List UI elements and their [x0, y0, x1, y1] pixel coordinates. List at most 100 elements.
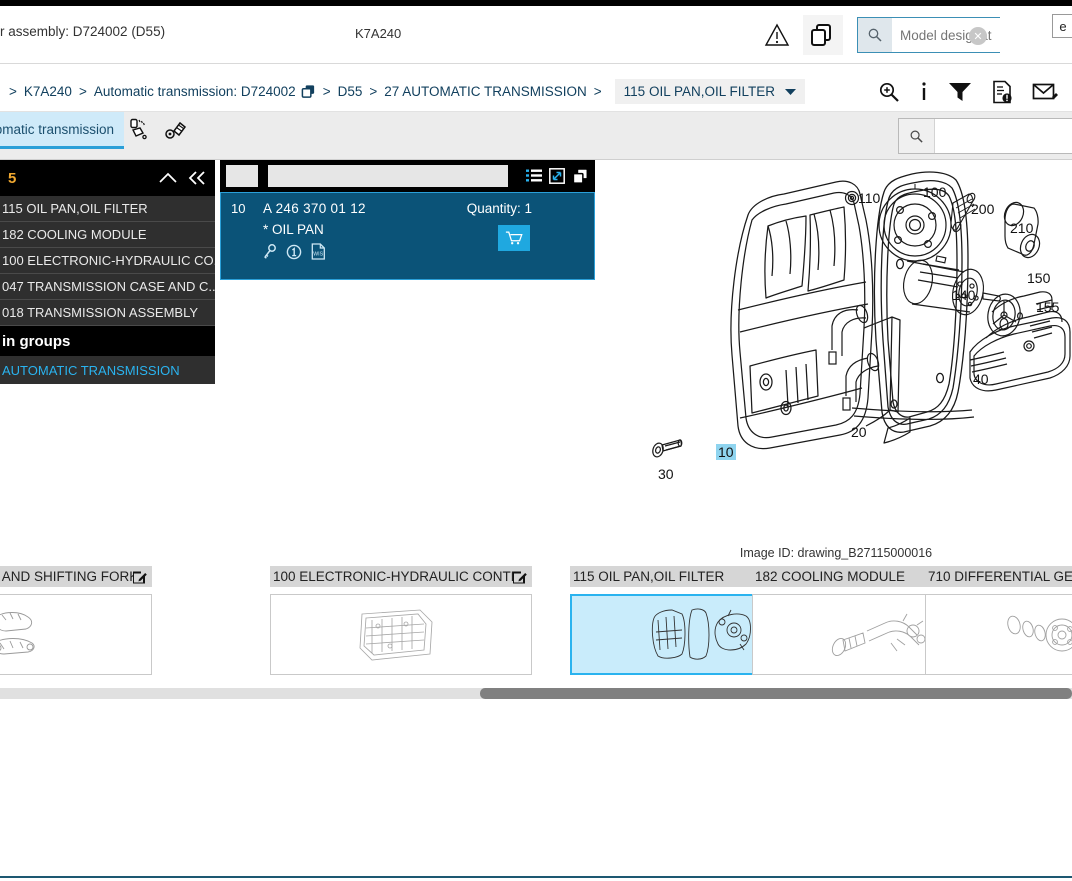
drawing-callout-155[interactable]: 155 — [1036, 299, 1059, 315]
sidebar-group-list: 115 OIL PAN,OIL FILTER 182 COOLING MODUL… — [0, 196, 215, 326]
breadcrumb-item-1-label: Automatic transmission: D724002 — [93, 84, 296, 99]
edit-icon[interactable] — [513, 570, 527, 584]
info-icon[interactable] — [919, 81, 929, 103]
drawing-callout-110[interactable]: 110 — [858, 190, 880, 206]
sidebar-item-4-label: 018 TRANSMISSION ASSEMBLY — [2, 305, 199, 320]
assembly-label: r assembly: D724002 (D55) — [0, 24, 166, 39]
breadcrumb-separator: > — [593, 84, 602, 99]
breadcrumb-separator: > — [9, 84, 17, 99]
chevron-down-icon — [784, 88, 796, 96]
breadcrumb-actions — [878, 72, 1058, 112]
sidebar-item-4[interactable]: 018 TRANSMISSION ASSEMBLY — [0, 300, 215, 326]
sidebar-item-0-label: 115 OIL PAN,OIL FILTER — [2, 201, 148, 216]
breadcrumb-separator: > — [369, 84, 378, 99]
duplicate-icon[interactable] — [572, 168, 589, 185]
sidebar-item-3[interactable]: 047 TRANSMISSION CASE AND C... — [0, 274, 215, 300]
note-one-icon[interactable] — [286, 244, 302, 260]
drawing-callout-140[interactable]: 140 — [952, 287, 975, 303]
add-to-cart-button[interactable] — [498, 225, 530, 251]
thumbnail-0-image[interactable] — [0, 594, 152, 675]
chevron-up-icon[interactable] — [159, 172, 177, 184]
filter-icon[interactable] — [948, 81, 972, 103]
thumbnail-1-image[interactable] — [270, 594, 532, 675]
bolt-tool-icon[interactable] — [164, 118, 188, 142]
copy-documents-icon[interactable] — [803, 15, 843, 55]
parts-drawing[interactable]: 110 100 200 210 150 140 155 40 20 10 30 — [600, 160, 1072, 545]
thumbnail-0-label: SHIFTING RODS AND SHIFTING FORKS — [0, 569, 133, 584]
sidebar-item-2[interactable]: 100 ELECTRONIC-HYDRAULIC CO... — [0, 248, 215, 274]
sidebar-item-2-label: 100 ELECTRONIC-HYDRAULIC CO... — [2, 253, 215, 268]
tab-tool-icons — [128, 118, 188, 142]
breadcrumb-item-3[interactable]: 27 AUTOMATIC TRANSMISSION — [384, 84, 587, 99]
search-icon[interactable] — [858, 18, 892, 52]
part-search-input[interactable] — [935, 119, 1072, 153]
drawing-callout-10[interactable]: 10 — [716, 444, 736, 460]
sidebar-group-link[interactable]: AUTOMATIC TRANSMISSION — [0, 356, 215, 384]
scrollbar-thumb[interactable] — [480, 688, 1072, 699]
drawing-callout-100[interactable]: 100 — [923, 184, 946, 200]
table-row[interactable]: 10 A 246 370 01 12 * OIL PAN Quantity: 1… — [220, 192, 595, 280]
horizontal-scrollbar[interactable] — [0, 688, 1072, 699]
key-icon[interactable] — [263, 243, 277, 260]
drawing-callout-20[interactable]: 20 — [851, 424, 867, 440]
part-search-box[interactable] — [898, 118, 1072, 154]
sidebar-item-1-label: 182 COOLING MODULE — [2, 227, 147, 242]
edge-overflow-button[interactable]: e — [1052, 14, 1072, 38]
tab-automatic-transmission[interactable]: omatic transmission — [0, 112, 124, 149]
zoom-in-icon[interactable] — [878, 81, 900, 103]
duplicate-icon[interactable] — [301, 84, 316, 99]
top-bar-actions: ✕ — [755, 8, 1072, 62]
drawing-callout-200[interactable]: 200 — [971, 201, 994, 217]
thumbnail-0-header: SHIFTING RODS AND SHIFTING FORKS — [0, 566, 152, 587]
thumbnail-0[interactable]: SHIFTING RODS AND SHIFTING FORKS — [0, 566, 152, 675]
thumbnail-2-label: 115 OIL PAN,OIL FILTER — [573, 569, 725, 584]
breadcrumb-bar: > K7A240 > Automatic transmission: D7240… — [0, 72, 1072, 112]
thumbnail-strip: SHIFTING RODS AND SHIFTING FORKS 100 ELE… — [0, 566, 1072, 686]
part-number[interactable]: A 246 370 01 12 — [263, 201, 366, 216]
sidebar-item-3-label: 047 TRANSMISSION CASE AND C... — [2, 279, 215, 294]
sidebar-item-0[interactable]: 115 OIL PAN,OIL FILTER — [0, 196, 215, 222]
warning-triangle-icon[interactable] — [755, 13, 799, 57]
sidebar-title: 5 — [8, 169, 17, 187]
part-position: 10 — [231, 201, 246, 216]
breadcrumb-item-1[interactable]: Automatic transmission: D724002 — [94, 84, 316, 99]
paint-tool-icon[interactable] — [128, 118, 150, 142]
group-sidebar: 5 115 OIL PAN,OIL FILTER 182 COOLING MOD… — [0, 160, 215, 384]
thumbnail-4[interactable]: 710 DIFFERENTIAL GEAR — [925, 566, 1072, 675]
thumbnail-1[interactable]: 100 ELECTRONIC-HYDRAULIC CONTROL UNIT — [270, 566, 532, 675]
document-alert-icon[interactable] — [991, 80, 1013, 104]
thumbnail-4-header: 710 DIFFERENTIAL GEAR — [925, 566, 1072, 587]
double-chevron-left-icon[interactable] — [187, 171, 207, 185]
breadcrumb: > K7A240 > Automatic transmission: D7240… — [2, 79, 805, 104]
top-bar: r assembly: D724002 (D55) K7A240 ✕ — [0, 6, 1072, 64]
thumbnail-4-label: 710 DIFFERENTIAL GEAR — [928, 569, 1072, 584]
breadcrumb-item-0[interactable]: K7A240 — [24, 84, 72, 99]
model-search-box[interactable]: ✕ — [857, 17, 1072, 53]
list-view-icon[interactable] — [526, 169, 542, 183]
drawing-callout-150[interactable]: 150 — [1027, 270, 1050, 286]
part-name: * OIL PAN — [263, 222, 324, 237]
clear-circle-icon[interactable]: ✕ — [969, 27, 987, 45]
thumbnail-3-label: 182 COOLING MODULE — [755, 569, 906, 584]
expand-view-icon[interactable] — [549, 168, 565, 184]
wis-document-icon[interactable]: WIS — [311, 243, 326, 260]
thumbnail-4-image[interactable] — [925, 594, 1072, 675]
drawing-callout-30[interactable]: 30 — [658, 466, 674, 482]
exploded-view-drawing — [652, 171, 1071, 458]
parts-filter-input[interactable] — [268, 165, 508, 187]
sidebar-header: 5 — [0, 160, 215, 196]
svg-text:WIS: WIS — [313, 252, 323, 258]
sidebar-item-1[interactable]: 182 COOLING MODULE — [0, 222, 215, 248]
group-select-dropdown[interactable]: 115 OIL PAN,OIL FILTER — [614, 79, 805, 104]
mail-edit-icon[interactable] — [1032, 81, 1058, 103]
parts-toolbar-icons — [526, 168, 589, 185]
edit-icon[interactable] — [133, 570, 147, 584]
image-id-label: Image ID: drawing_B27115000016 — [739, 546, 933, 560]
parts-filter-cell[interactable] — [226, 165, 258, 187]
drawing-callout-210[interactable]: 210 — [1010, 220, 1033, 236]
breadcrumb-item-2[interactable]: D55 — [338, 84, 363, 99]
search-icon[interactable] — [899, 119, 935, 153]
group-select-label: 115 OIL PAN,OIL FILTER — [623, 84, 775, 99]
drawing-callout-40[interactable]: 40 — [973, 371, 989, 387]
model-code-label: K7A240 — [355, 26, 402, 41]
